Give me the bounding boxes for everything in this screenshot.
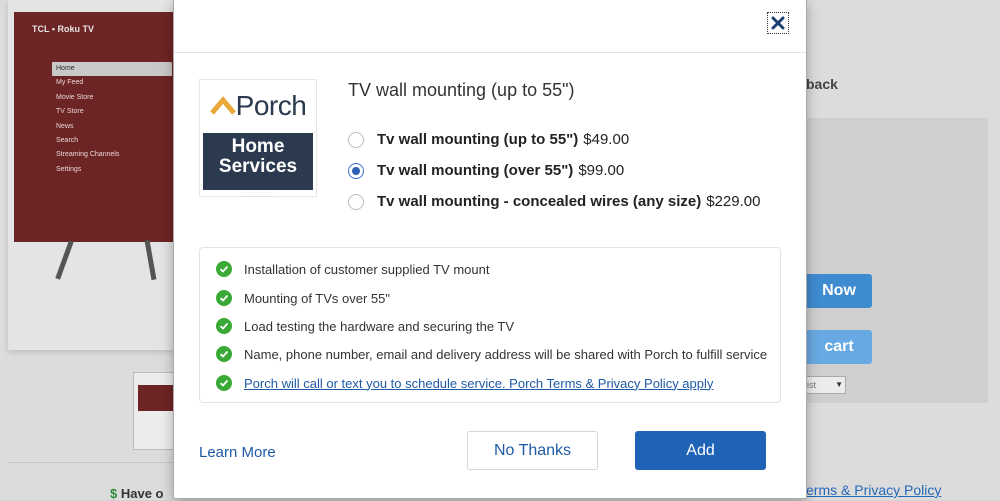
option-price: $99.00	[578, 162, 625, 179]
option-over-55[interactable]: Tv wall mounting (over 55") $99.00	[348, 162, 624, 179]
right-heading: back	[806, 76, 838, 92]
tv-product-image: TCL • Roku TV Home My Feed Movie Store T…	[14, 12, 176, 242]
feature-item: Mounting of TVs over 55"	[216, 290, 390, 306]
list-select[interactable]: ist ▼	[806, 376, 846, 394]
features-list: Installation of customer supplied TV mou…	[199, 247, 781, 403]
tv-menu-item: Settings	[56, 165, 82, 173]
porch-logo: Porch Home Services ····················…	[199, 79, 317, 197]
close-button[interactable]	[767, 12, 789, 34]
chevron-down-icon: ▼	[835, 380, 843, 389]
porch-roof-icon	[209, 96, 236, 115]
checkmark-icon	[216, 346, 232, 362]
modal-header	[174, 0, 806, 53]
dollar-icon: $	[110, 486, 121, 501]
tv-menu-item: Search	[56, 136, 79, 144]
logo-footnote: ·······························	[242, 190, 274, 194]
close-icon	[771, 16, 785, 30]
list-select-value: ist	[807, 380, 816, 390]
option-price: $229.00	[706, 193, 761, 210]
feature-text: Load testing the hardware and securing t…	[244, 318, 515, 334]
radio-button[interactable]	[348, 131, 364, 148]
option-name: Tv wall mounting (up to 55")	[377, 131, 579, 148]
tv-menu-item: Streaming Channels	[56, 151, 120, 159]
terms-link[interactable]: erms & Privacy Policy	[806, 482, 941, 498]
option-price: $49.00	[583, 131, 630, 148]
radio-button-selected[interactable]	[348, 162, 364, 179]
logo-brand: Porch	[235, 90, 307, 121]
tv-menu-item: News	[56, 122, 74, 130]
add-to-cart-button[interactable]: cart	[806, 330, 872, 364]
option-up-to-55[interactable]: Tv wall mounting (up to 55") $49.00	[348, 131, 629, 148]
tv-menu-item: Movie Store	[56, 93, 94, 101]
feature-item: Installation of customer supplied TV mou…	[216, 261, 489, 277]
protection-plan-modal: Porch Home Services ····················…	[174, 0, 806, 498]
no-thanks-button[interactable]: No Thanks	[467, 431, 598, 470]
feature-text: Installation of customer supplied TV mou…	[244, 261, 490, 277]
tv-menu-item: My Feed	[56, 79, 84, 87]
tv-menu-item: TV Store	[56, 108, 84, 116]
option-name: Tv wall mounting - concealed wires (any …	[377, 193, 702, 210]
radio-button[interactable]	[348, 193, 364, 210]
bottom-text: $ Have o	[110, 486, 163, 501]
product-thumbnail[interactable]	[133, 372, 179, 450]
logo-line2: Services	[218, 156, 298, 177]
feature-item: Load testing the hardware and securing t…	[216, 318, 514, 334]
buy-now-button[interactable]: Now	[806, 274, 872, 308]
divider	[8, 462, 174, 463]
service-title: TV wall mounting (up to 55")	[348, 80, 575, 100]
feature-item: Name, phone number, email and delivery a…	[216, 346, 767, 362]
feature-text: Name, phone number, email and delivery a…	[244, 346, 768, 362]
tv-screen-menu: Home My Feed Movie Store TV Store News S…	[52, 62, 172, 177]
feature-item: Porch will call or text you to schedule …	[216, 375, 713, 391]
porch-terms-link[interactable]: Porch will call or text you to schedule …	[244, 376, 713, 391]
logo-line1: Home	[231, 136, 285, 157]
bottom-label: Have o	[120, 486, 164, 501]
feature-text: Mounting of TVs over 55"	[244, 290, 391, 306]
learn-more-link[interactable]: Learn More	[199, 444, 276, 461]
checkmark-icon	[216, 261, 232, 277]
add-button[interactable]: Add	[635, 431, 766, 470]
checkmark-icon	[216, 318, 232, 334]
tv-brand-text: TCL • Roku TV	[32, 24, 94, 34]
checkmark-icon	[216, 375, 232, 391]
option-name: Tv wall mounting (over 55")	[377, 162, 574, 179]
checkmark-icon	[216, 290, 232, 306]
tv-menu-item: Home	[52, 62, 172, 77]
option-concealed-wires[interactable]: Tv wall mounting - concealed wires (any …	[348, 193, 760, 210]
thumbnail-image	[138, 385, 174, 411]
